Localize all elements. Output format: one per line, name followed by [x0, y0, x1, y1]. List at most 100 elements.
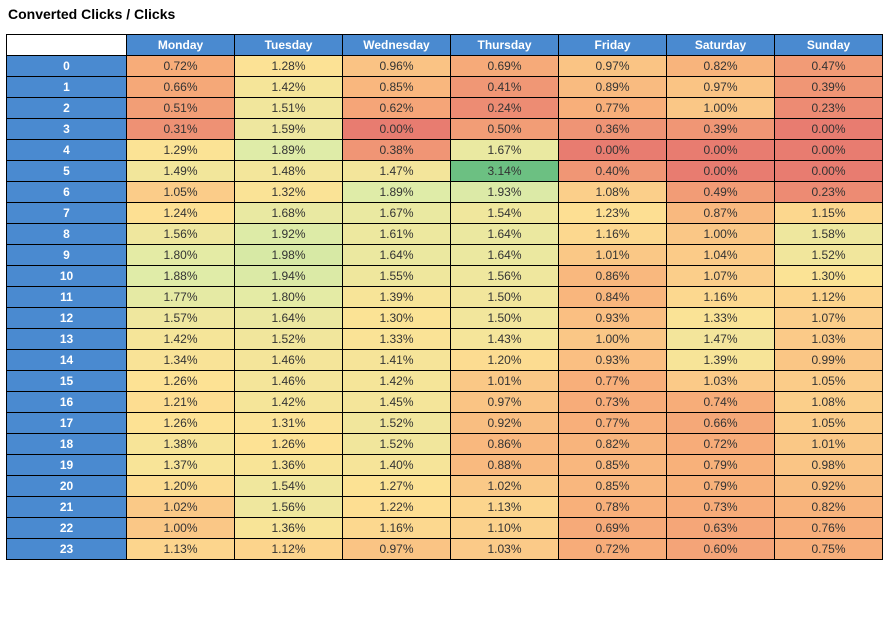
heat-cell: 1.03%: [451, 539, 559, 560]
heat-cell: 1.29%: [127, 140, 235, 161]
heat-cell: 0.75%: [775, 539, 883, 560]
col-header-wed: Wednesday: [343, 35, 451, 56]
heat-cell: 0.72%: [127, 56, 235, 77]
heat-cell: 0.78%: [559, 497, 667, 518]
heat-cell: 1.31%: [235, 413, 343, 434]
heat-cell: 1.15%: [775, 203, 883, 224]
table-row: 181.38%1.26%1.52%0.86%0.82%0.72%1.01%: [7, 434, 883, 455]
heat-cell: 0.72%: [559, 539, 667, 560]
row-header-hour: 4: [7, 140, 127, 161]
table-row: 61.05%1.32%1.89%1.93%1.08%0.49%0.23%: [7, 182, 883, 203]
heat-cell: 0.00%: [559, 140, 667, 161]
heat-cell: 1.05%: [775, 413, 883, 434]
heat-cell: 1.26%: [235, 434, 343, 455]
heat-cell: 0.97%: [667, 77, 775, 98]
heat-cell: 1.93%: [451, 182, 559, 203]
row-header-hour: 10: [7, 266, 127, 287]
heat-cell: 0.00%: [775, 161, 883, 182]
heat-cell: 1.26%: [127, 371, 235, 392]
heat-cell: 1.16%: [667, 287, 775, 308]
heat-cell: 1.89%: [235, 140, 343, 161]
table-row: 71.24%1.68%1.67%1.54%1.23%0.87%1.15%: [7, 203, 883, 224]
heat-cell: 0.96%: [343, 56, 451, 77]
row-header-hour: 12: [7, 308, 127, 329]
table-row: 221.00%1.36%1.16%1.10%0.69%0.63%0.76%: [7, 518, 883, 539]
heat-cell: 1.36%: [235, 455, 343, 476]
heat-cell: 0.40%: [559, 161, 667, 182]
heat-cell: 1.05%: [775, 371, 883, 392]
heat-cell: 1.20%: [451, 350, 559, 371]
heat-cell: 1.64%: [451, 245, 559, 266]
heat-cell: 3.14%: [451, 161, 559, 182]
heat-cell: 1.45%: [343, 392, 451, 413]
heat-cell: 0.62%: [343, 98, 451, 119]
heat-cell: 1.61%: [343, 224, 451, 245]
heat-cell: 0.79%: [667, 476, 775, 497]
heat-cell: 1.00%: [667, 224, 775, 245]
heat-cell: 0.38%: [343, 140, 451, 161]
heat-cell: 0.00%: [775, 119, 883, 140]
row-header-hour: 3: [7, 119, 127, 140]
heat-cell: 1.34%: [127, 350, 235, 371]
heat-cell: 0.72%: [667, 434, 775, 455]
row-header-hour: 14: [7, 350, 127, 371]
heat-cell: 1.13%: [451, 497, 559, 518]
heat-cell: 1.00%: [127, 518, 235, 539]
heat-cell: 1.56%: [127, 224, 235, 245]
row-header-hour: 18: [7, 434, 127, 455]
heat-cell: 1.21%: [127, 392, 235, 413]
heat-cell: 1.43%: [451, 329, 559, 350]
heat-cell: 1.03%: [667, 371, 775, 392]
heat-cell: 0.77%: [559, 371, 667, 392]
heat-cell: 1.58%: [775, 224, 883, 245]
heat-cell: 0.89%: [559, 77, 667, 98]
heat-cell: 0.97%: [559, 56, 667, 77]
heat-cell: 1.67%: [343, 203, 451, 224]
row-header-hour: 0: [7, 56, 127, 77]
heat-cell: 1.42%: [127, 329, 235, 350]
heat-cell: 1.64%: [235, 308, 343, 329]
heat-cell: 1.92%: [235, 224, 343, 245]
heat-cell: 1.08%: [559, 182, 667, 203]
heat-cell: 1.00%: [667, 98, 775, 119]
heat-cell: 0.74%: [667, 392, 775, 413]
heat-cell: 1.56%: [451, 266, 559, 287]
heat-cell: 1.39%: [667, 350, 775, 371]
heat-cell: 1.64%: [343, 245, 451, 266]
table-row: 151.26%1.46%1.42%1.01%0.77%1.03%1.05%: [7, 371, 883, 392]
row-header-hour: 7: [7, 203, 127, 224]
heat-cell: 1.26%: [127, 413, 235, 434]
heat-cell: 1.28%: [235, 56, 343, 77]
row-header-hour: 21: [7, 497, 127, 518]
row-header-hour: 8: [7, 224, 127, 245]
heat-cell: 0.00%: [343, 119, 451, 140]
row-header-hour: 5: [7, 161, 127, 182]
heat-cell: 0.97%: [451, 392, 559, 413]
row-header-hour: 17: [7, 413, 127, 434]
heat-cell: 0.87%: [667, 203, 775, 224]
heat-cell: 1.38%: [127, 434, 235, 455]
heat-cell: 1.56%: [235, 497, 343, 518]
col-header-tue: Tuesday: [235, 35, 343, 56]
col-header-mon: Monday: [127, 35, 235, 56]
heat-cell: 0.66%: [127, 77, 235, 98]
heat-cell: 0.47%: [775, 56, 883, 77]
table-row: 201.20%1.54%1.27%1.02%0.85%0.79%0.92%: [7, 476, 883, 497]
heat-cell: 1.77%: [127, 287, 235, 308]
row-header-hour: 20: [7, 476, 127, 497]
heat-cell: 0.36%: [559, 119, 667, 140]
heat-cell: 0.79%: [667, 455, 775, 476]
heat-cell: 1.67%: [451, 140, 559, 161]
heat-cell: 0.24%: [451, 98, 559, 119]
heat-cell: 0.86%: [559, 266, 667, 287]
heat-cell: 0.49%: [667, 182, 775, 203]
row-header-hour: 11: [7, 287, 127, 308]
heat-cell: 0.66%: [667, 413, 775, 434]
heat-cell: 1.30%: [343, 308, 451, 329]
table-row: 101.88%1.94%1.55%1.56%0.86%1.07%1.30%: [7, 266, 883, 287]
row-header-hour: 13: [7, 329, 127, 350]
table-row: 191.37%1.36%1.40%0.88%0.85%0.79%0.98%: [7, 455, 883, 476]
heat-cell: 0.82%: [775, 497, 883, 518]
row-header-hour: 2: [7, 98, 127, 119]
table-row: 20.51%1.51%0.62%0.24%0.77%1.00%0.23%: [7, 98, 883, 119]
